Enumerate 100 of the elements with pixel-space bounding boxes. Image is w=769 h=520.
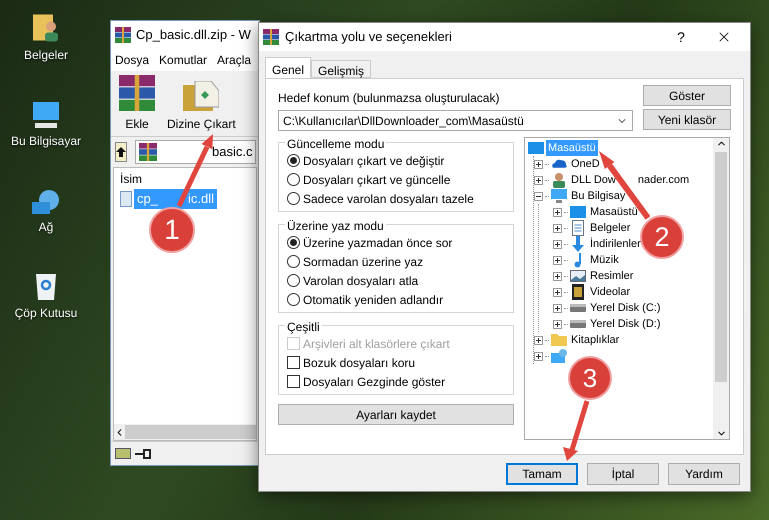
- tab[interactable]: Genel: [265, 57, 312, 78]
- toolbar-button[interactable]: Dizine Çıkart: [167, 81, 236, 133]
- dialog-button[interactable]: Tamam: [506, 463, 578, 485]
- tree-item[interactable]: Yerel Disk (D:): [588, 316, 662, 332]
- radio-button[interactable]: [287, 154, 300, 167]
- tree-item[interactable]: Masaüstü: [588, 204, 640, 220]
- drive-icon: [115, 448, 131, 459]
- dialog-button[interactable]: Göster: [643, 85, 731, 106]
- plus-box-icon[interactable]: [553, 304, 562, 312]
- books-stack-icon: [115, 27, 131, 43]
- plus-box-icon[interactable]: [553, 320, 562, 328]
- monitor-icon: [528, 142, 544, 154]
- field-label: Hedef konum (bulunmazsa oluşturulacak): [278, 90, 500, 107]
- recycle-bin-icon: [36, 274, 56, 300]
- file-name-end: ic.dll: [188, 190, 214, 208]
- picture-icon: [570, 270, 586, 282]
- up-folder-button[interactable]: [115, 142, 127, 162]
- plus-box-icon[interactable]: [534, 352, 543, 360]
- menu-item[interactable]: Komutlar: [159, 51, 208, 69]
- menu-item[interactable]: Dosya: [115, 51, 150, 69]
- computer-icon: [551, 189, 567, 203]
- desktop-icon-label[interactable]: Bu Bilgisayar: [10, 132, 82, 150]
- address-field[interactable]: basic.c: [135, 140, 256, 164]
- drive-icon: [570, 320, 586, 328]
- plus-box-icon[interactable]: [553, 208, 562, 216]
- dialog-button[interactable]: Yeni klasör: [643, 109, 731, 130]
- plus-box-icon[interactable]: [553, 288, 562, 296]
- desktop-icon-label[interactable]: Ağ: [38, 218, 54, 236]
- tab[interactable]: Gelişmiş: [311, 60, 372, 78]
- horizontal-scrollbar[interactable]: [114, 424, 256, 440]
- film-icon: [572, 284, 584, 300]
- checkbox[interactable]: [287, 375, 300, 388]
- radio-button[interactable]: [287, 173, 300, 186]
- music-note-icon: [574, 252, 582, 268]
- document-icon: [572, 220, 584, 236]
- tree-item[interactable]: OneD: [569, 156, 602, 172]
- minus-box-icon[interactable]: [534, 192, 543, 200]
- radio-button[interactable]: [287, 255, 300, 268]
- plus-box-icon[interactable]: [534, 160, 543, 168]
- plus-box-icon[interactable]: [534, 176, 543, 184]
- toolbar-button[interactable]: Ekle: [119, 75, 155, 133]
- down-arrow-icon: [572, 236, 584, 252]
- plus-box-icon[interactable]: [553, 272, 562, 280]
- monitor-icon: [570, 206, 586, 218]
- help-button[interactable]: ?: [666, 26, 696, 48]
- folder-document-icon: [183, 81, 220, 111]
- radio-button[interactable]: [287, 293, 300, 306]
- option-label: Arşivleri alt klasörlere çıkart: [303, 336, 450, 352]
- desktop-icon-label[interactable]: Belgeler: [24, 46, 68, 64]
- up-arrow-icon: [116, 147, 126, 157]
- plus-box-icon[interactable]: [553, 224, 562, 232]
- menu-item[interactable]: Araçla: [217, 51, 252, 69]
- file-name: cp_: [137, 190, 158, 208]
- dialog-button[interactable]: İptal: [587, 463, 659, 485]
- computer-icon: [33, 102, 59, 128]
- tree-item[interactable]: Yerel Disk (C:): [588, 300, 662, 316]
- tree-item[interactable]: Bu Bilgisay: [569, 188, 628, 204]
- checkbox[interactable]: [287, 356, 300, 369]
- desktop-icon-label[interactable]: Çöp Kutusu: [14, 304, 78, 322]
- tree-item[interactable]: Müzik: [588, 252, 621, 268]
- file-icon: [120, 191, 132, 207]
- option-label: Bozuk dosyaları koru: [303, 354, 416, 372]
- option-label: Varolan dosyaları atla: [303, 272, 418, 290]
- option-label: Üzerine yazmadan önce sor: [303, 234, 452, 252]
- books-stack-icon: [119, 75, 155, 111]
- tree-item-text: nader.com: [638, 172, 690, 188]
- window-title: Cp_basic.dll.zip - W: [136, 26, 251, 44]
- radio-button[interactable]: [287, 192, 300, 205]
- tree-item[interactable]: İndirilenler: [588, 236, 643, 252]
- radio-button[interactable]: [287, 236, 300, 249]
- group-title: Üzerine yaz modu: [285, 217, 386, 235]
- folder-user-icon: [33, 12, 59, 42]
- vertical-scrollbar[interactable]: [713, 138, 729, 439]
- option-label: Otomatik yeniden adlandır: [303, 292, 444, 308]
- plus-box-icon[interactable]: [534, 336, 543, 344]
- globe-monitor-icon: [32, 190, 60, 214]
- option-label: Dosyaları çıkart ve değiştir: [303, 152, 444, 170]
- drive-icon: [570, 304, 586, 312]
- person-icon: [553, 172, 565, 188]
- column-header[interactable]: İsim: [120, 170, 142, 188]
- option-label: Sormadan üzerine yaz: [303, 254, 424, 270]
- save-settings-button[interactable]: Ayarları kaydet: [278, 404, 514, 425]
- option-label: Sadece varolan dosyaları tazele: [303, 190, 474, 208]
- radio-button[interactable]: [287, 274, 300, 287]
- tree-item[interactable]: DLL Dow: [569, 172, 618, 188]
- key-icon: [135, 448, 151, 458]
- books-stack-icon: [139, 143, 157, 161]
- destination-combo[interactable]: C:\Kullanıcılar\DllDownloader_com\Masaüstü: [278, 110, 633, 131]
- tree-item[interactable]: Belgeler: [588, 220, 632, 236]
- dialog-button[interactable]: Yardım: [668, 463, 740, 485]
- tree-item[interactable]: Videolar: [588, 284, 632, 300]
- tree-item[interactable]: Kitaplıklar: [569, 332, 622, 348]
- plus-box-icon[interactable]: [553, 240, 562, 248]
- option-label: Dosyaları çıkart ve güncelle: [303, 172, 450, 188]
- books-stack-icon: [263, 29, 279, 45]
- cloud-icon: [551, 159, 567, 169]
- option-label: Dosyaları Gezginde göster: [303, 374, 446, 390]
- tree-item[interactable]: Resimler: [588, 268, 636, 284]
- plus-box-icon[interactable]: [553, 256, 562, 264]
- dialog-title: Çıkartma yolu ve seçenekleri: [285, 28, 453, 46]
